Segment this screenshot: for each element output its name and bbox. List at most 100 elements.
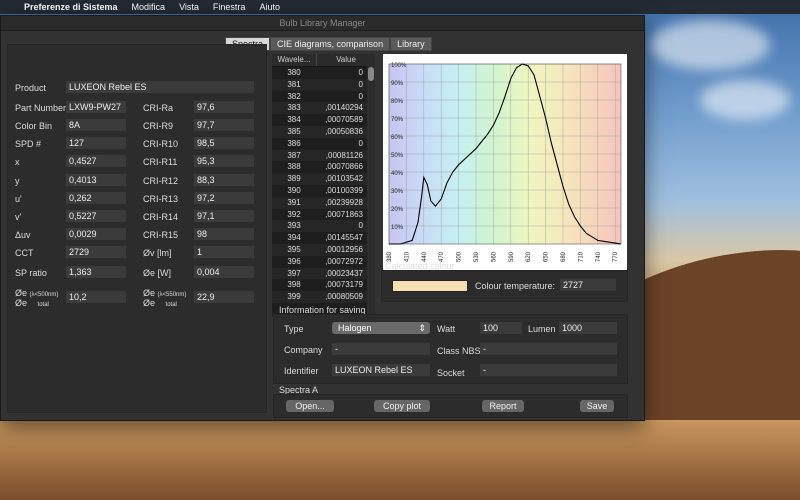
wavelength-cell: 389 [287,174,301,184]
table-row[interactable]: 391 ,00239928 [272,196,375,209]
prop-field[interactable]: 97,7 [194,119,254,131]
watt-label: Watt [437,324,456,334]
prop-label: CRI-R14 [143,212,179,222]
table-row[interactable]: 382 0 [272,91,375,103]
y-tick-label: 70% [391,117,404,123]
socket-field[interactable]: - [480,364,617,376]
prop-field[interactable]: 1 [194,246,254,258]
prop-field[interactable]: 2729 [66,246,126,258]
wavelength-cell: 385 [287,126,301,136]
table-row[interactable]: 395 ,00012956 [272,243,375,256]
x-tick-label: 530 [474,251,480,262]
oe-blue-total-label: Øe total [15,298,49,308]
type-select[interactable]: Halogen ⇕ [332,322,430,334]
class-nbs-field[interactable]: - [480,343,617,355]
window-title: Bulb Library Manager [1,16,644,31]
table-row[interactable]: 383 ,00140294 [272,102,375,115]
table-row[interactable]: 394 ,00145547 [272,232,375,244]
column-header-wavelength[interactable]: Wavele... [272,54,317,66]
table-row[interactable]: 393 0 [272,220,375,233]
table-row[interactable]: 392 ,00071863 [272,209,375,221]
wavelength-cell: 381 [287,79,301,89]
save-button[interactable]: Save [580,400,614,412]
prop-field[interactable]: 0,4013 [66,174,126,186]
table-row[interactable]: 390 ,00100399 [272,185,375,197]
table-scrollbar[interactable] [367,66,375,316]
value-cell: ,00012956 [325,244,363,254]
menu-finestra[interactable]: Finestra [213,2,246,12]
identifier-field[interactable]: LUXEON Rebel ES [332,364,430,376]
table-row[interactable]: 398 ,00073179 [272,279,375,291]
oe-550-label: Øe (λ<550nm) [143,288,187,298]
wavelength-cell: 392 [287,209,301,219]
prop-field[interactable]: 0,5227 [66,210,126,222]
spectrum-chart: 10%20%30%40%50%60%70%80%90%100%380 410 440… [383,54,627,272]
open-button[interactable]: Open... [286,400,334,412]
menu-aiuto[interactable]: Aiuto [259,2,280,12]
spectrum-table[interactable]: Wavele... Value 380 0 381 0 382 0 383 ,0… [272,54,375,316]
table-scroll-thumb[interactable] [368,67,374,81]
wavelength-cell: 397 [287,268,301,278]
copy-plot-button[interactable]: Copy plot [374,400,430,412]
app-window: Bulb Library Manager Spectra CIE diagram… [0,15,645,421]
column-header-value[interactable]: Value [317,54,375,66]
prop-field[interactable]: 97,6 [194,101,254,113]
prop-field[interactable]: 1,363 [66,266,126,278]
prop-field[interactable]: LXW9-PW27 [66,101,126,113]
table-row[interactable]: 399 ,00080509 [272,291,375,303]
lumen-field[interactable]: 1000 [559,322,617,334]
prop-field[interactable]: 97,1 [194,210,254,222]
tab-cie-diagrams[interactable]: CIE diagrams, comparison [270,37,391,51]
oe-blue-field[interactable]: 10,2 [66,291,126,303]
prop-field[interactable]: 8A [66,119,126,131]
prop-field[interactable]: 88,3 [194,174,254,186]
table-row[interactable]: 385 ,00050836 [272,125,375,138]
table-header: Wavele... Value [272,54,375,67]
value-cell: ,00023437 [325,268,363,278]
colour-temperature-field[interactable]: 2727 [560,279,616,291]
prop-field[interactable]: 127 [66,137,126,149]
prop-label: v' [15,212,22,222]
value-cell: ,00081126 [325,150,363,160]
table-row[interactable]: 387 ,00081126 [272,149,375,162]
table-row[interactable]: 389 ,00103542 [272,173,375,185]
wavelength-cell: 388 [287,162,301,172]
y-tick-label: 10% [391,225,404,231]
table-row[interactable]: 380 0 [272,67,375,79]
colour-swatch [392,280,468,292]
prop-field[interactable]: 0,004 [194,266,254,278]
x-tick-label: 710 [578,251,584,262]
prop-field[interactable]: 95,3 [194,155,254,167]
prop-label: CRI-R12 [143,176,179,186]
table-row[interactable]: 381 0 [272,78,375,91]
company-field[interactable]: - [332,343,430,355]
product-field[interactable]: LUXEON Rebel ES [66,81,254,93]
prop-field[interactable]: 0,0029 [66,228,126,240]
menu-app-name[interactable]: Preferenze di Sistema [24,2,118,12]
wavelength-cell: 398 [287,280,301,290]
table-row[interactable]: 386 0 [272,138,375,150]
report-button[interactable]: Report [482,400,524,412]
prop-field[interactable]: 98,5 [194,137,254,149]
value-cell: ,00145547 [325,233,363,243]
watt-field[interactable]: 100 [480,322,522,334]
table-row[interactable]: 388 ,00070866 [272,161,375,173]
value-cell: 0 [358,68,363,77]
prop-field[interactable]: 98 [194,228,254,240]
menu-vista[interactable]: Vista [179,2,199,12]
prop-label: SPD # [15,139,42,149]
value-cell: 0 [358,221,363,231]
prop-field[interactable]: 97,2 [194,192,254,204]
y-tick-label: 30% [391,189,404,195]
prop-field[interactable]: 0,262 [66,192,126,204]
table-row[interactable]: 397 ,00023437 [272,267,375,280]
prop-field[interactable]: 0,4527 [66,155,126,167]
prop-label: Øv [lm] [143,248,172,258]
type-select-value: Halogen [338,323,372,333]
wavelength-cell: 383 [287,103,301,113]
menu-modifica[interactable]: Modifica [132,2,166,12]
tab-library[interactable]: Library [390,37,432,51]
table-row[interactable]: 384 ,00070589 [272,114,375,126]
oe-550-field[interactable]: 22,9 [194,291,254,303]
table-row[interactable]: 396 ,00072972 [272,256,375,268]
